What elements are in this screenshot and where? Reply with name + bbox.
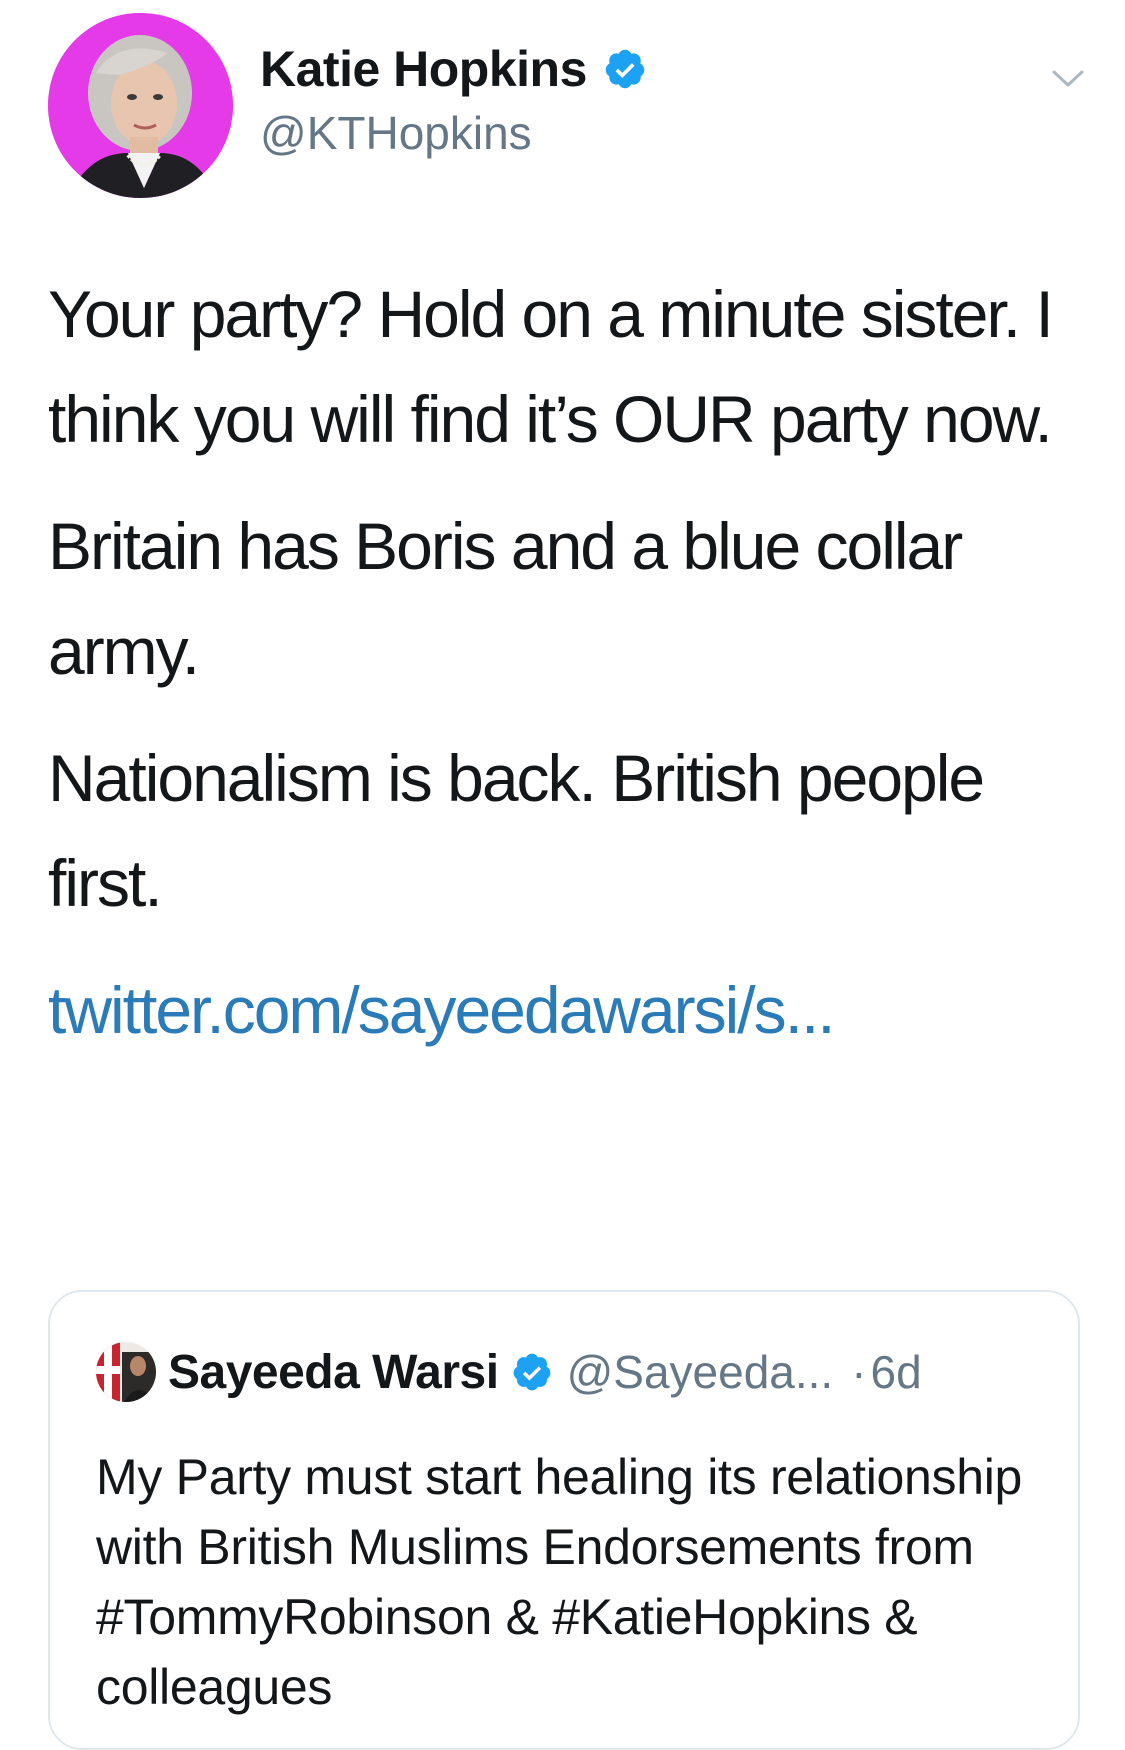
author-avatar[interactable]: [48, 13, 233, 198]
verified-badge-icon: [511, 1351, 553, 1393]
tweet[interactable]: Katie Hopkins @KTHopkins Your party? Hol…: [0, 0, 1125, 1750]
quoted-author-handle[interactable]: @Sayeeda...: [567, 1345, 834, 1399]
tweet-paragraph: Your party? Hold on a minute sister. I t…: [48, 277, 1054, 456]
quoted-tweet-text: My Party must start healing its relation…: [96, 1449, 1023, 1715]
separator-dot: ·: [851, 1346, 867, 1398]
author-handle[interactable]: @KTHopkins: [260, 106, 532, 160]
verified-badge-icon: [603, 47, 647, 91]
tweet-text: Your party? Hold on a minute sister. I t…: [48, 262, 1088, 1085]
quoted-tweet-header: Sayeeda Warsi @Sayeeda... · 6d: [96, 1342, 922, 1402]
chevron-down-icon[interactable]: [1048, 58, 1088, 98]
quoted-author-name[interactable]: Sayeeda Warsi: [168, 1345, 499, 1400]
author-name[interactable]: Katie Hopkins: [260, 40, 647, 98]
quoted-tweet-link[interactable]: twitter.com/sayeedawarsi/s...: [48, 973, 836, 1047]
author-name-text[interactable]: Katie Hopkins: [260, 40, 587, 98]
quoted-author-avatar[interactable]: [96, 1342, 156, 1402]
quoted-tweet-timestamp[interactable]: 6d: [871, 1345, 922, 1399]
tweet-paragraph: Britain has Boris and a blue collar army…: [48, 509, 963, 688]
tweet-paragraph: Nationalism is back. British people firs…: [48, 741, 985, 920]
quoted-tweet-card[interactable]: Sayeeda Warsi @Sayeeda... · 6d My Party …: [48, 1290, 1080, 1750]
